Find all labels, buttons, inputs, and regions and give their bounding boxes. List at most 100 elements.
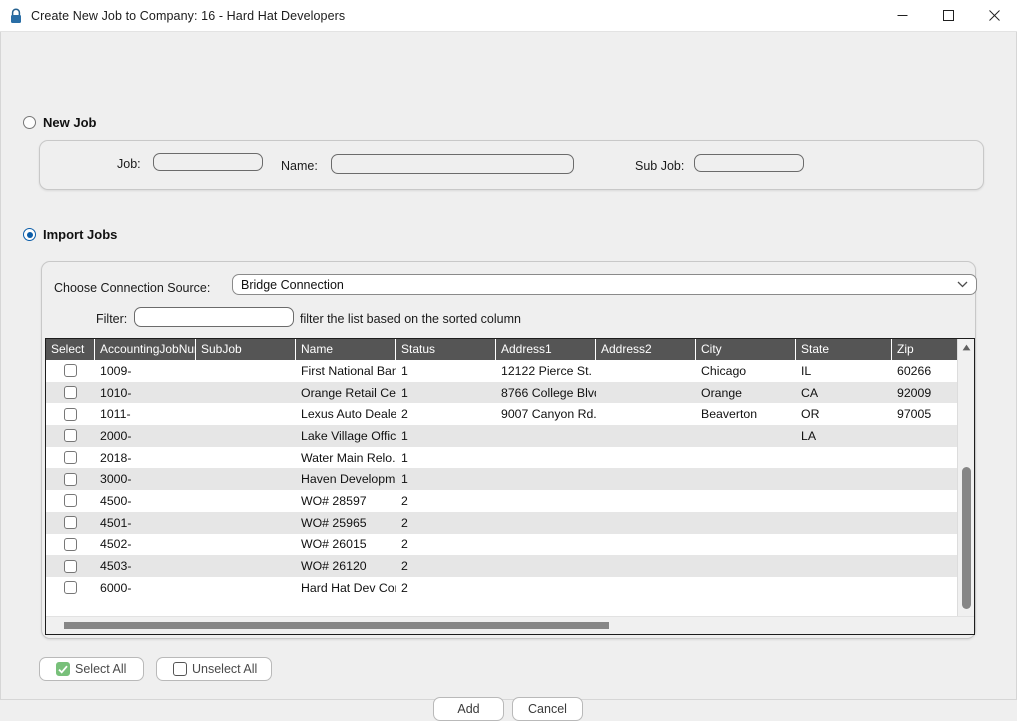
table-cell-city: Chicago: [701, 363, 747, 378]
job-input[interactable]: [153, 153, 263, 171]
connection-source-select[interactable]: Bridge Connection: [232, 274, 977, 295]
grid-vertical-scrollbar[interactable]: [957, 339, 974, 634]
row-select-checkbox[interactable]: [46, 429, 95, 443]
table-cell-accounting-job-num: 4502-: [100, 537, 132, 552]
table-row[interactable]: 2000- Lake Village Offic... 1 LA: [46, 425, 974, 447]
table-row[interactable]: 4502- WO# 26015 2: [46, 533, 974, 556]
window-controls: [879, 0, 1017, 31]
grid-column-header[interactable]: Select: [46, 339, 95, 360]
filter-input[interactable]: [134, 307, 294, 327]
table-cell-name: First National Bank: [301, 363, 396, 378]
grid-column-header[interactable]: City: [696, 339, 796, 360]
checkbox-icon[interactable]: [64, 451, 77, 465]
table-cell-address1: 9007 Canyon Rd.: [501, 407, 596, 422]
table-row[interactable]: 3000- Haven Developm... 1: [46, 468, 974, 491]
radio-new-job-label: New Job: [43, 115, 97, 130]
dialog-body: New Job Job: Name: Sub Job: Import Jobs …: [0, 32, 1017, 721]
maximize-button[interactable]: [925, 0, 971, 31]
radio-new-job[interactable]: New Job: [23, 115, 96, 130]
table-cell-accounting-job-num: 4500-: [100, 493, 132, 508]
scroll-up-button[interactable]: [958, 339, 974, 356]
cancel-button-label: Cancel: [528, 702, 567, 716]
table-cell-name: Hard Hat Dev Corp: [301, 580, 396, 595]
table-row[interactable]: 1009- First National Bank 1 12122 Pierce St…: [46, 360, 974, 382]
grid-column-header[interactable]: Status: [396, 339, 496, 360]
table-cell-status: 2: [401, 493, 408, 508]
grid-column-header[interactable]: AccountingJobNum: [95, 339, 196, 360]
checkbox-icon[interactable]: [64, 386, 77, 400]
row-select-checkbox[interactable]: [46, 537, 95, 551]
checkbox-icon[interactable]: [64, 494, 77, 508]
close-button[interactable]: [971, 0, 1017, 31]
job-label: Job:: [117, 157, 141, 171]
new-job-groupbox: Job: Name: Sub Job:: [39, 140, 984, 190]
checkbox-icon[interactable]: [64, 537, 77, 551]
radio-import-jobs-indicator[interactable]: [23, 228, 36, 241]
table-cell-zip: 60266: [897, 363, 932, 378]
row-select-checkbox[interactable]: [46, 472, 95, 486]
row-select-checkbox[interactable]: [46, 407, 95, 421]
table-cell-state: LA: [801, 428, 817, 443]
row-select-checkbox[interactable]: [46, 559, 95, 573]
table-cell-address1: 12122 Pierce St.: [501, 363, 592, 378]
radio-new-job-indicator[interactable]: [23, 116, 36, 129]
table-row[interactable]: 1010- Orange Retail Ce... 1 8766 College Bl…: [46, 381, 974, 404]
checkbox-icon[interactable]: [64, 559, 77, 573]
row-select-checkbox[interactable]: [46, 451, 95, 465]
grid-column-header[interactable]: State: [796, 339, 892, 360]
grid-column-header[interactable]: Address1: [496, 339, 596, 360]
table-cell-name: Orange Retail Ce...: [301, 385, 396, 400]
radio-import-jobs[interactable]: Import Jobs: [23, 227, 117, 242]
row-select-checkbox[interactable]: [46, 494, 95, 508]
table-row[interactable]: 6000- Hard Hat Dev Corp 2: [46, 576, 974, 599]
table-cell-accounting-job-num: 1009-: [100, 363, 132, 378]
minimize-icon: [897, 15, 907, 16]
name-input[interactable]: [331, 154, 574, 174]
table-cell-city: Orange: [701, 385, 743, 400]
filter-hint: filter the list based on the sorted colu…: [300, 312, 521, 326]
table-cell-name: Lexus Auto Deale...: [301, 407, 396, 422]
table-cell-state: OR: [801, 407, 820, 422]
grid-horizontal-scrollbar[interactable]: [46, 616, 974, 634]
table-row[interactable]: 4501- WO# 25965 2: [46, 511, 974, 534]
checkbox-icon[interactable]: [64, 429, 77, 443]
row-select-checkbox[interactable]: [46, 364, 95, 378]
grid-column-header[interactable]: Zip: [892, 339, 958, 360]
unselect-all-button[interactable]: Unselect All: [156, 657, 272, 681]
table-cell-status: 2: [401, 407, 408, 422]
select-all-checkbox-icon: [56, 662, 70, 676]
row-select-checkbox[interactable]: [46, 516, 95, 530]
row-select-checkbox[interactable]: [46, 581, 95, 595]
grid-horizontal-scroll-thumb[interactable]: [64, 622, 609, 629]
table-cell-name: WO# 28597: [301, 493, 367, 508]
table-row[interactable]: 2018- Water Main Relo... 1: [46, 446, 974, 469]
table-row[interactable]: 1011- Lexus Auto Deale... 2 9007 Canyon Rd.…: [46, 403, 974, 426]
row-select-checkbox[interactable]: [46, 386, 95, 400]
connection-source-value: Bridge Connection: [241, 277, 344, 292]
grid-column-header[interactable]: Name: [296, 339, 396, 360]
name-label: Name:: [281, 159, 318, 173]
table-row[interactable]: 4500- WO# 28597 2: [46, 490, 974, 512]
table-cell-name: WO# 26120: [301, 559, 367, 574]
cancel-button[interactable]: Cancel: [512, 697, 583, 721]
checkbox-icon[interactable]: [64, 407, 77, 421]
select-all-button[interactable]: Select All: [39, 657, 144, 681]
grid-column-header[interactable]: SubJob: [196, 339, 296, 360]
caret-up-icon: [962, 344, 971, 351]
grid-column-header[interactable]: Address2: [596, 339, 696, 360]
subjob-input[interactable]: [694, 154, 804, 172]
checkbox-icon[interactable]: [64, 581, 77, 595]
add-button[interactable]: Add: [433, 697, 504, 721]
lock-icon: [11, 8, 21, 23]
select-all-label: Select All: [75, 662, 127, 676]
checkbox-icon[interactable]: [64, 364, 77, 378]
table-cell-zip: 97005: [897, 407, 932, 422]
unselect-all-label: Unselect All: [192, 662, 258, 676]
table-cell-status: 1: [401, 363, 408, 378]
table-cell-name: WO# 25965: [301, 515, 367, 530]
checkbox-icon[interactable]: [64, 472, 77, 486]
minimize-button[interactable]: [879, 0, 925, 31]
table-row[interactable]: 4503- WO# 26120 2: [46, 555, 974, 577]
grid-vertical-scroll-thumb[interactable]: [962, 467, 971, 609]
checkbox-icon[interactable]: [64, 516, 77, 530]
